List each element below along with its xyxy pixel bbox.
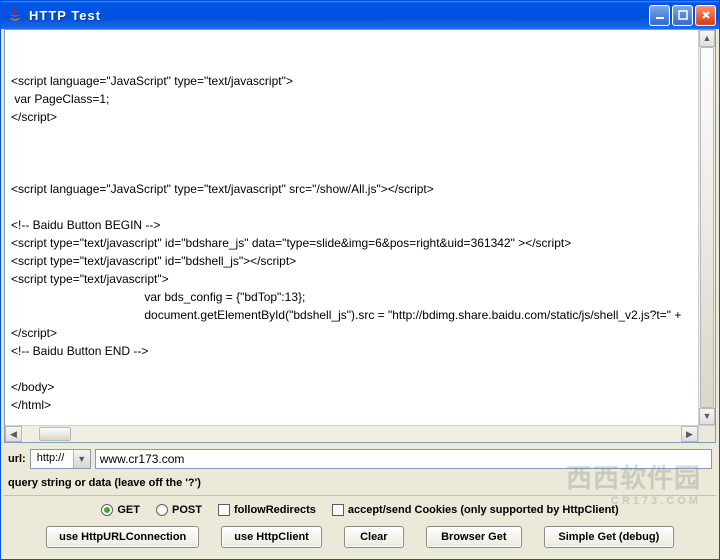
radio-icon bbox=[156, 504, 168, 516]
url-input[interactable]: www.cr173.com bbox=[95, 449, 712, 469]
cookies-label: accept/send Cookies (only supported by H… bbox=[348, 504, 619, 516]
button-row: use HttpURLConnection use HttpClient Cle… bbox=[4, 520, 716, 556]
query-string-label: query string or data (leave off the '?') bbox=[4, 473, 716, 491]
hscroll-track[interactable] bbox=[22, 426, 681, 442]
vertical-scrollbar[interactable]: ▲ ▼ bbox=[698, 30, 715, 425]
window-title: HTTP Test bbox=[29, 8, 647, 23]
chevron-down-icon: ▼ bbox=[703, 412, 712, 421]
scroll-left-button[interactable]: ◀ bbox=[5, 426, 22, 442]
chevron-left-icon: ◀ bbox=[10, 430, 17, 439]
scroll-down-button[interactable]: ▼ bbox=[699, 408, 715, 425]
use-httpurlconnection-button[interactable]: use HttpURLConnection bbox=[46, 526, 199, 548]
follow-redirects-checkbox[interactable]: followRedirects bbox=[218, 504, 316, 516]
scheme-combobox[interactable]: http:// ▼ bbox=[30, 449, 91, 469]
checkbox-icon bbox=[218, 504, 230, 516]
response-pane: <script language="JavaScript" type="text… bbox=[4, 29, 716, 443]
separator bbox=[4, 495, 716, 496]
simple-get-button[interactable]: Simple Get (debug) bbox=[544, 526, 674, 548]
scheme-value: http:// bbox=[31, 450, 73, 468]
clear-button[interactable]: Clear bbox=[344, 526, 404, 548]
scroll-up-button[interactable]: ▲ bbox=[699, 30, 715, 47]
url-label: url: bbox=[8, 453, 26, 465]
client-area: <script language="JavaScript" type="text… bbox=[4, 29, 716, 556]
checkbox-icon bbox=[332, 504, 344, 516]
horizontal-scrollbar[interactable]: ◀ ▶ bbox=[5, 425, 698, 442]
browser-get-button[interactable]: Browser Get bbox=[426, 526, 522, 548]
method-post-label: POST bbox=[172, 504, 202, 516]
window-titlebar: HTTP Test bbox=[1, 1, 719, 29]
scheme-dropdown-button[interactable]: ▼ bbox=[73, 450, 90, 468]
minimize-button[interactable] bbox=[649, 5, 670, 26]
vscroll-track[interactable] bbox=[699, 47, 715, 408]
chevron-right-icon: ▶ bbox=[686, 430, 693, 439]
use-httpclient-button[interactable]: use HttpClient bbox=[221, 526, 322, 548]
vscroll-thumb[interactable] bbox=[700, 47, 714, 408]
method-post-radio[interactable]: POST bbox=[156, 504, 202, 516]
scroll-right-button[interactable]: ▶ bbox=[681, 426, 698, 442]
chevron-down-icon: ▼ bbox=[77, 455, 86, 464]
maximize-button[interactable] bbox=[672, 5, 693, 26]
hscroll-thumb[interactable] bbox=[39, 427, 71, 441]
chevron-up-icon: ▲ bbox=[703, 34, 712, 43]
cookies-checkbox[interactable]: accept/send Cookies (only supported by H… bbox=[332, 504, 619, 516]
method-get-radio[interactable]: GET bbox=[101, 504, 140, 516]
radio-icon bbox=[101, 504, 113, 516]
response-text[interactable]: <script language="JavaScript" type="text… bbox=[5, 30, 698, 425]
close-button[interactable] bbox=[695, 5, 716, 26]
java-icon bbox=[7, 7, 23, 23]
follow-redirects-label: followRedirects bbox=[234, 504, 316, 516]
url-row: url: http:// ▼ www.cr173.com bbox=[4, 443, 716, 473]
options-row: GET POST followRedirects accept/send Coo… bbox=[4, 500, 716, 520]
method-get-label: GET bbox=[117, 504, 140, 516]
scrollbar-corner bbox=[698, 425, 715, 442]
